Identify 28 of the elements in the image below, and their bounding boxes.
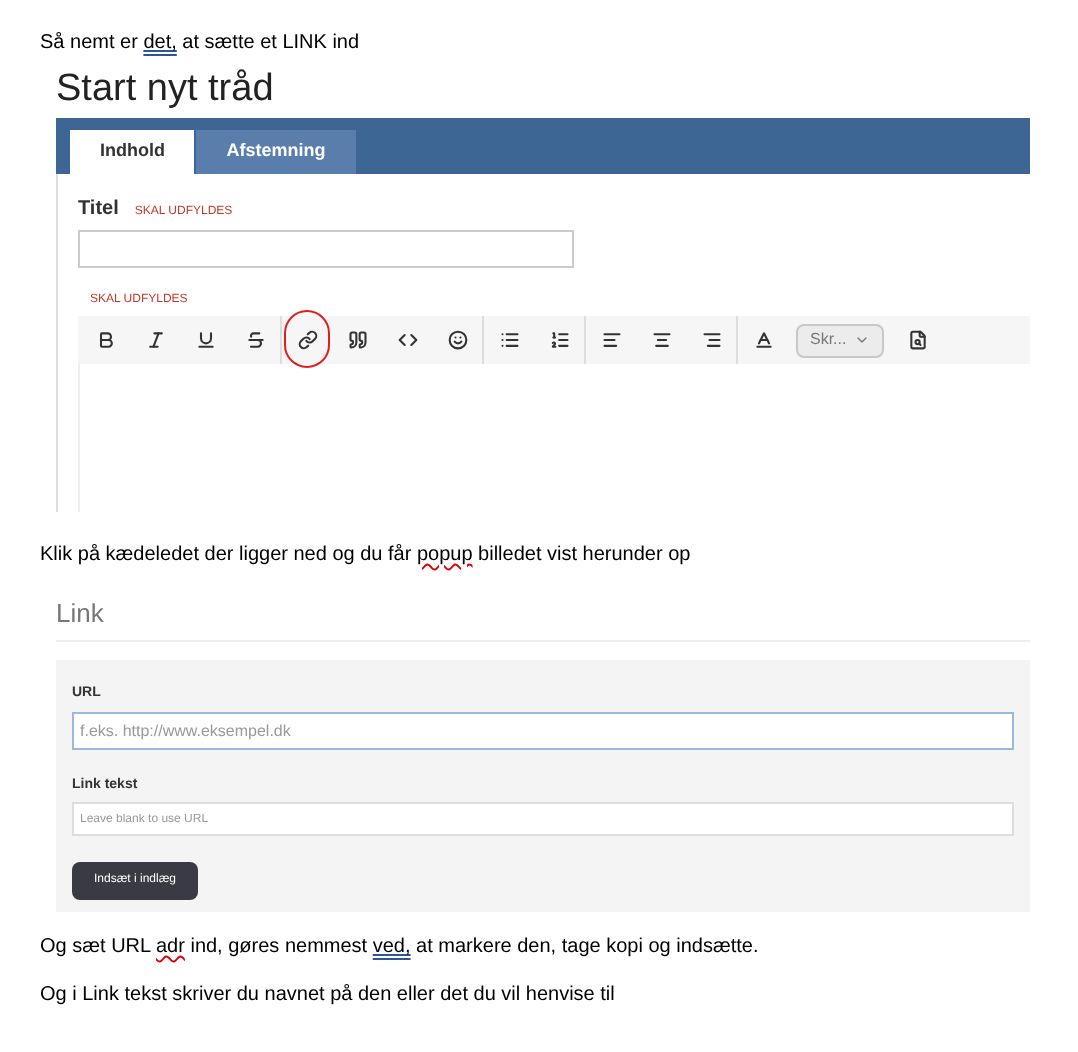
link-icon xyxy=(297,330,317,350)
align-left-icon xyxy=(601,330,621,350)
text-color-icon xyxy=(753,330,773,350)
align-right-icon xyxy=(701,330,721,350)
tab[interactable]: Afstemning xyxy=(196,130,356,174)
paragraph: Klik på kædeledet der ligger ned og du får popup billedet vist herunder op xyxy=(40,542,693,570)
toolbar-button[interactable] xyxy=(282,316,332,364)
numbered-list-icon xyxy=(549,330,569,350)
font-dropdown[interactable]: Skr... xyxy=(796,323,885,357)
title-field[interactable] xyxy=(78,230,574,268)
dialog-title: Link xyxy=(56,594,1030,642)
align-center-icon xyxy=(651,330,671,350)
underline-icon xyxy=(195,330,215,350)
preview-icon xyxy=(907,330,928,350)
paragraph: Og i Link tekst skriver du navnet på den eller det du vil henvise til xyxy=(40,982,617,1010)
bold-icon xyxy=(95,330,115,350)
url-field[interactable]: f.eks. http://www.eksempel.dk xyxy=(72,711,1014,749)
page-heading: Start nyt tråd xyxy=(56,66,276,114)
tab[interactable]: Indhold xyxy=(70,130,194,174)
caret-icon xyxy=(854,332,871,348)
field-label: Titel xyxy=(78,196,119,224)
quote-icon xyxy=(347,330,367,350)
italic-icon xyxy=(145,330,165,350)
paragraph: Så nemt er det, at sætte et LINK ind xyxy=(40,30,362,58)
paragraph: Og sæt URL adr ind, gøres nemmest ved, at markere den, tage kopi og indsætte. xyxy=(40,934,761,962)
code-icon xyxy=(397,330,417,350)
smiley-icon xyxy=(447,330,467,350)
strikethrough-icon xyxy=(245,330,265,350)
